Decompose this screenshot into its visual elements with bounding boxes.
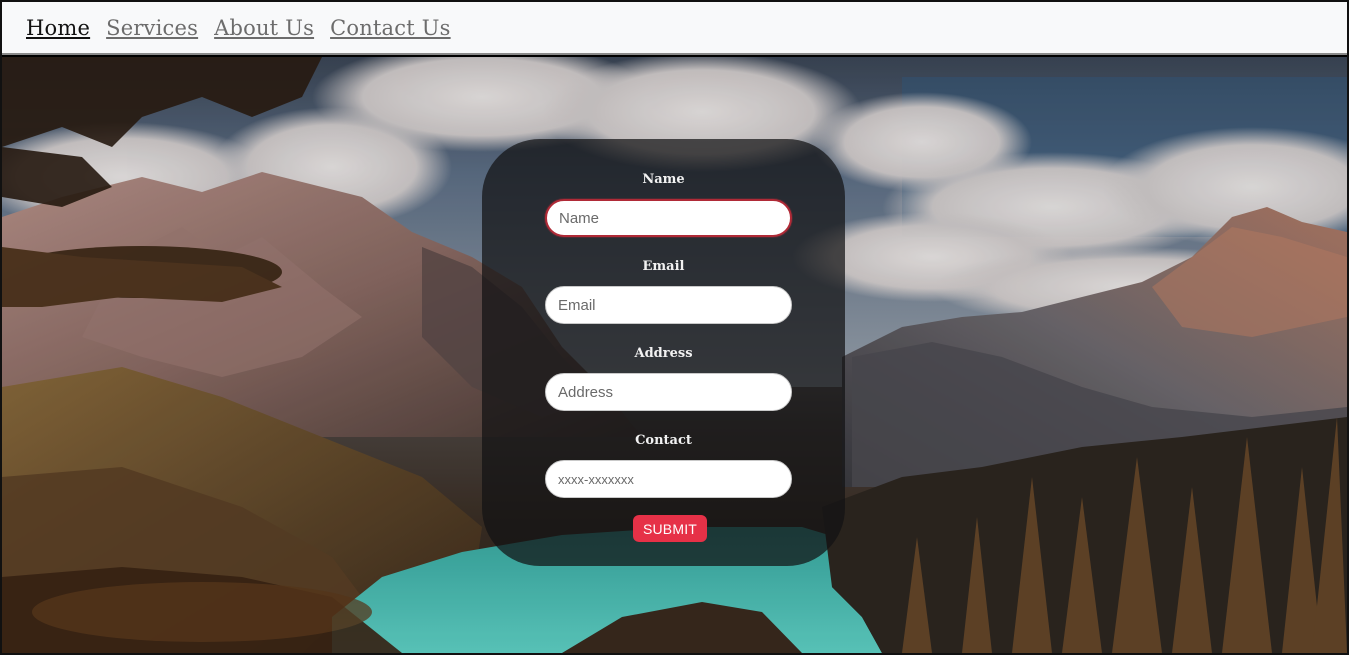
contact-label: Contact xyxy=(635,433,692,448)
contact-input[interactable] xyxy=(545,460,792,498)
submit-button[interactable]: SUBMIT xyxy=(633,515,707,542)
address-input[interactable] xyxy=(545,373,792,411)
nav-link-services[interactable]: Services xyxy=(106,16,198,40)
nav-link-home[interactable]: Home xyxy=(26,16,90,40)
address-label: Address xyxy=(634,346,693,361)
nav-link-about-us[interactable]: About Us xyxy=(214,16,314,40)
top-navbar: Home Services About Us Contact Us xyxy=(2,2,1347,55)
email-label: Email xyxy=(642,259,685,274)
nav-link-contact-us[interactable]: Contact Us xyxy=(330,16,451,40)
contact-form-card: Name Email Address Contact SUBMIT xyxy=(482,139,845,566)
name-label: Name xyxy=(642,172,685,187)
browser-viewport: Home Services About Us Contact Us Name N… xyxy=(0,0,1349,655)
email-input[interactable] xyxy=(545,286,792,324)
name-input[interactable] xyxy=(545,199,792,237)
